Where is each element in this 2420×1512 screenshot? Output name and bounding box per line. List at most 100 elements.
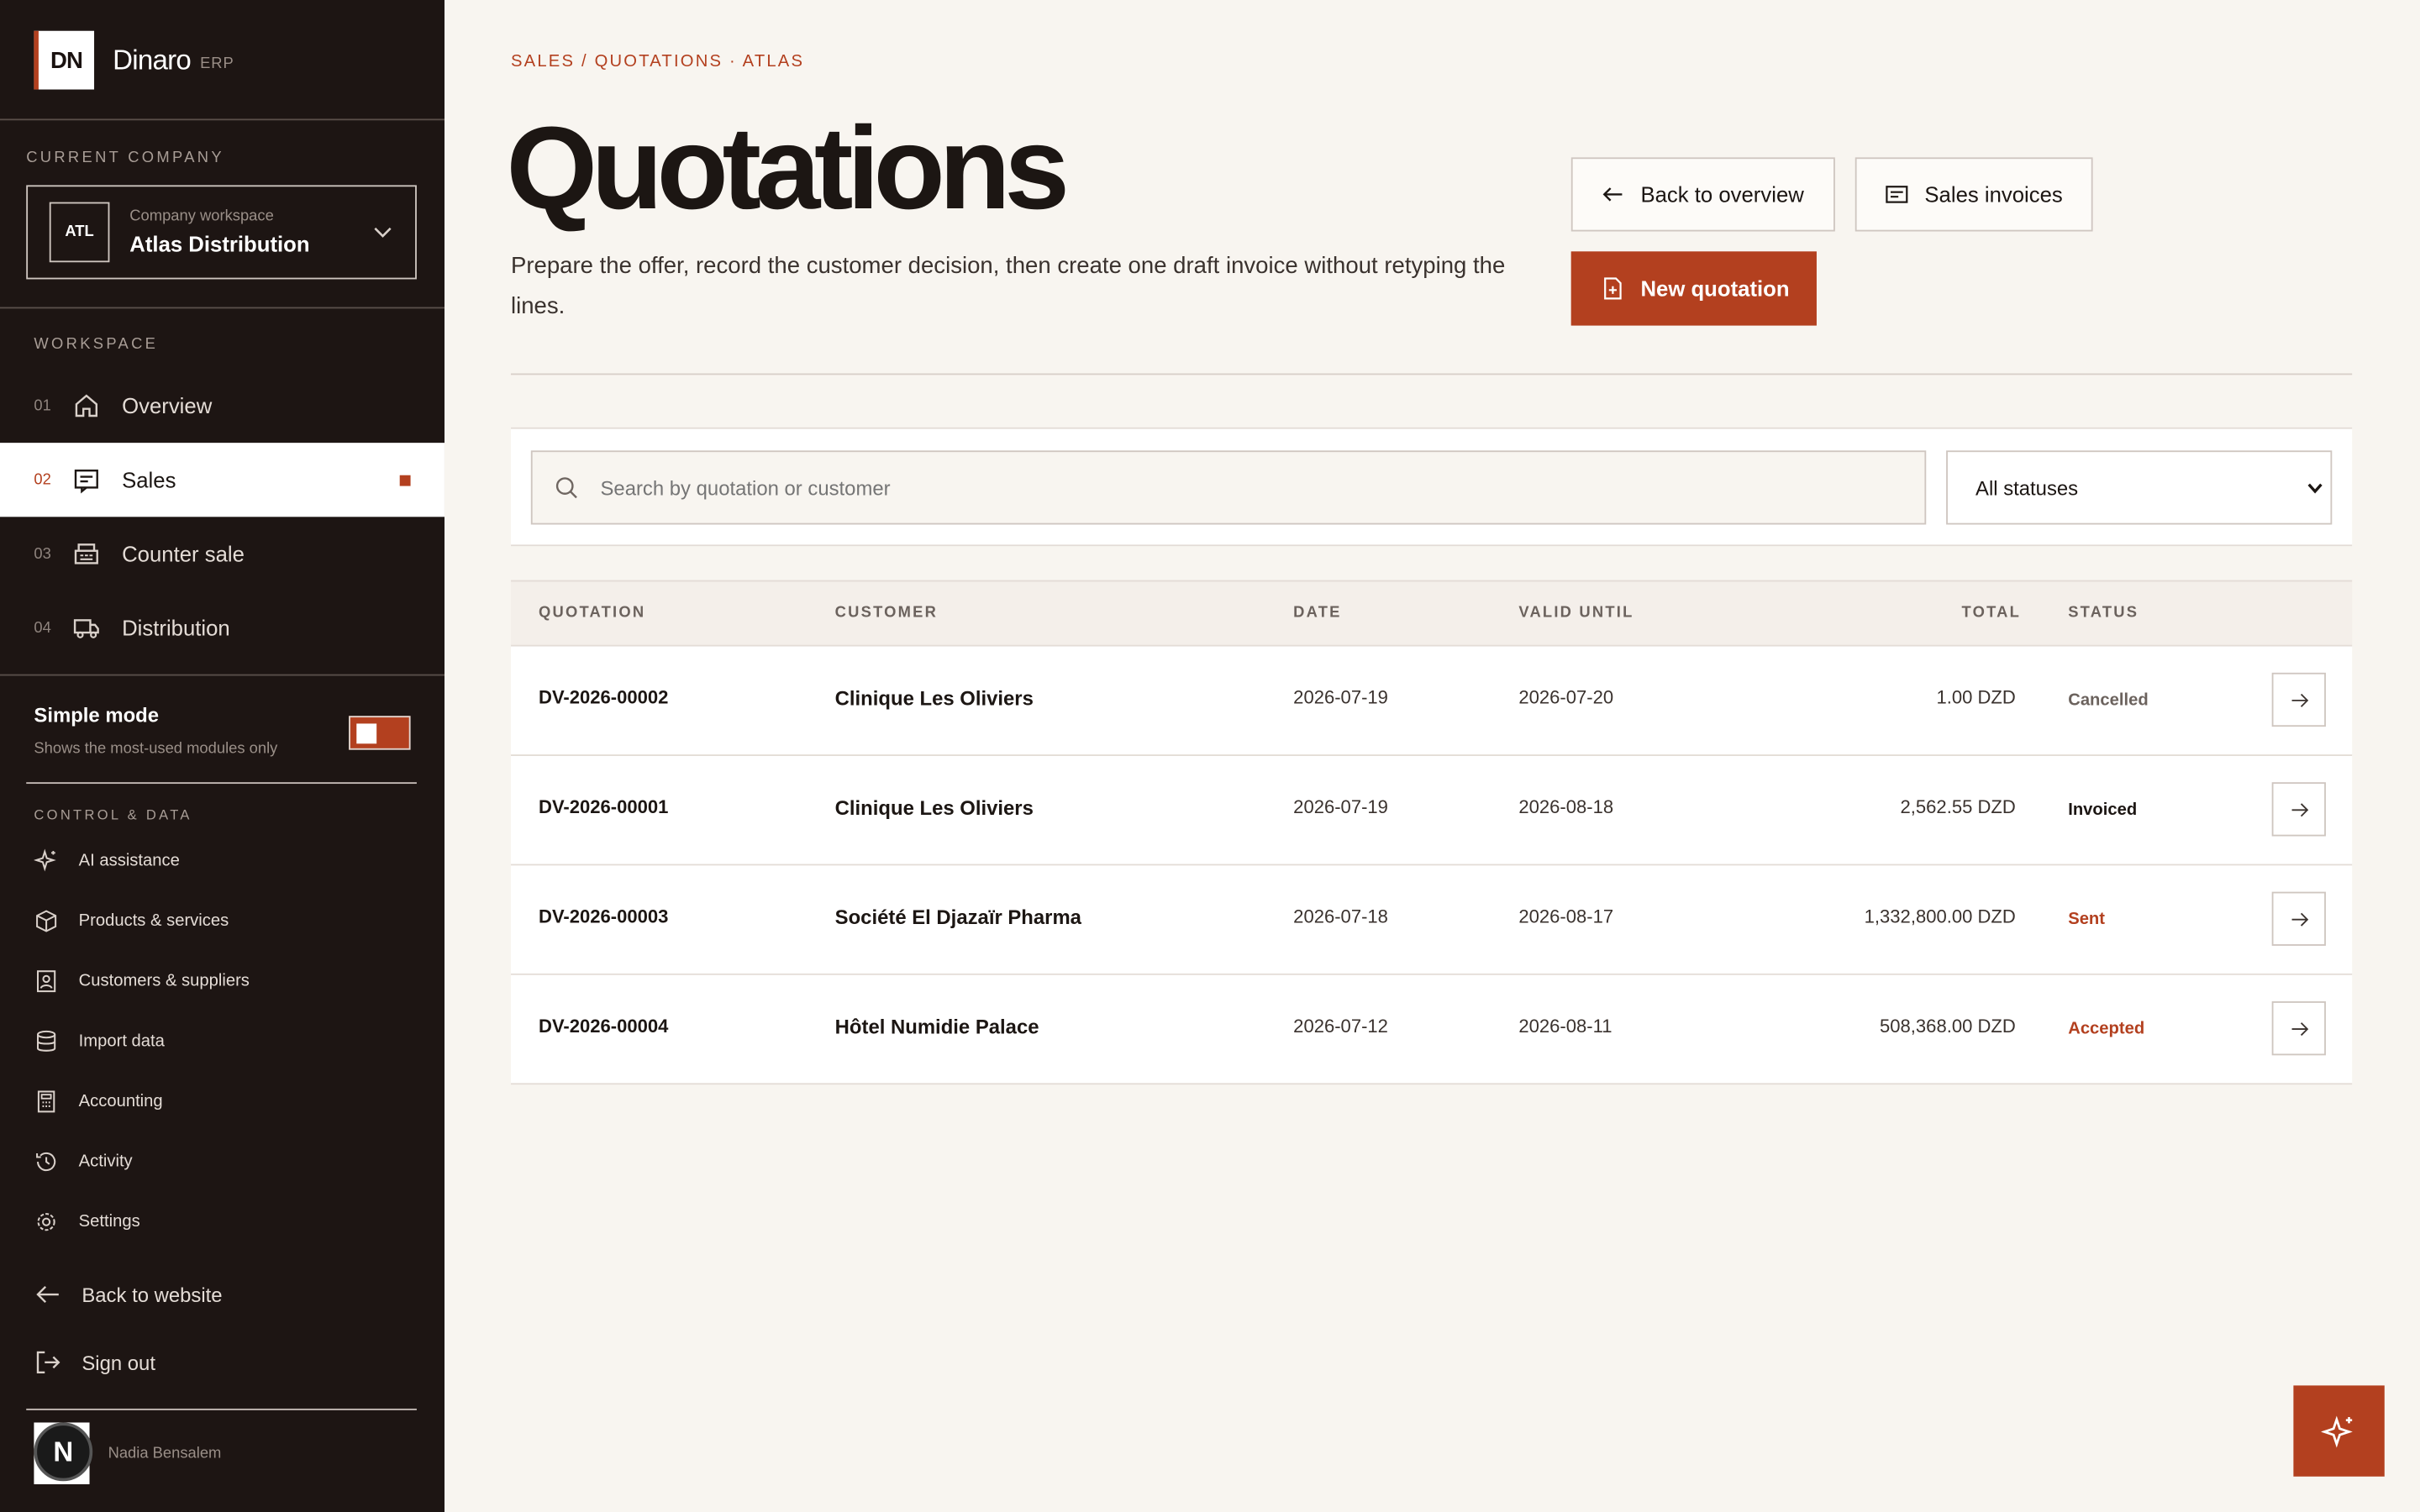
- arrow-right-icon: [2291, 911, 2308, 926]
- database-icon: [34, 1029, 58, 1053]
- page-description: Prepare the offer, record the customer d…: [510, 253, 1506, 320]
- status-badge: Sent: [2068, 910, 2106, 929]
- quotation-date: 2026-07-19: [1293, 795, 1388, 818]
- quotation-total: 508,368.00 DZD: [1880, 1015, 2016, 1037]
- back-to-website-link[interactable]: Back to website: [0, 1271, 445, 1317]
- brand[interactable]: DN Dinaro ERP: [34, 30, 234, 90]
- back-to-overview-button[interactable]: Back to overview: [1570, 157, 1835, 232]
- valid-until-date: 2026-08-18: [1518, 795, 1614, 818]
- open-quotation-button[interactable]: [2271, 672, 2326, 727]
- nav-item-ai-assistance[interactable]: AI assistance: [0, 837, 445, 884]
- user-name: Nadia Bensalem: [108, 1445, 222, 1462]
- column-header-valid-until[interactable]: VALID UNTIL: [1518, 605, 1634, 622]
- customer-name: Société El Djazaïr Pharma: [834, 906, 1081, 929]
- status-filter-value: All statuses: [1975, 475, 2079, 500]
- sidebar-divider: [26, 1408, 417, 1410]
- filter-bar: All statuses: [510, 427, 2353, 547]
- customer-name: Hôtel Numidie Palace: [834, 1015, 1039, 1039]
- sign-out-link[interactable]: Sign out: [0, 1339, 445, 1385]
- status-filter-select[interactable]: All statuses: [1946, 450, 2333, 525]
- sign-out-label: Sign out: [82, 1351, 155, 1374]
- ai-assistant-button[interactable]: [2293, 1385, 2385, 1477]
- nav-item-sales[interactable]: 02 Sales: [0, 443, 445, 517]
- arrow-right-icon: [2291, 1021, 2308, 1036]
- app-root: DN Dinaro ERP CURRENT COMPANY ATL Compan…: [0, 0, 2420, 1512]
- open-quotation-button[interactable]: [2271, 1001, 2326, 1056]
- simple-mode-toggle[interactable]: [349, 716, 411, 750]
- page-title: Quotations: [506, 103, 1070, 235]
- nav-item-counter-sale[interactable]: 03 Counter sale: [0, 517, 445, 591]
- nav-label: AI assistance: [78, 851, 180, 870]
- simple-mode-title: Simple mode: [34, 703, 160, 727]
- arrow-left-icon: [34, 1280, 61, 1308]
- arrow-right-icon: [2291, 692, 2308, 706]
- new-quotation-button[interactable]: New quotation: [1570, 251, 1817, 326]
- nav-item-settings[interactable]: Settings: [0, 1199, 445, 1245]
- table-row[interactable]: DV-2026-00002 Clinique Les Oliviers 2026…: [510, 646, 2353, 757]
- sparkle-icon: [34, 848, 58, 873]
- nav-item-activity[interactable]: Activity: [0, 1139, 445, 1185]
- open-quotation-button[interactable]: [2271, 782, 2326, 837]
- nav-number: 04: [34, 619, 51, 637]
- nav-item-overview[interactable]: 01 Overview: [0, 369, 445, 443]
- company-name: Atlas Distribution: [129, 231, 310, 256]
- nav-item-customers-suppliers[interactable]: Customers & suppliers: [0, 958, 445, 1005]
- table-row[interactable]: DV-2026-00001 Clinique Les Oliviers 2026…: [510, 756, 2353, 866]
- back-to-overview-label: Back to overview: [1640, 181, 1804, 207]
- gear-icon: [34, 1210, 58, 1234]
- table-row[interactable]: DV-2026-00004 Hôtel Numidie Palace 2026-…: [510, 974, 2353, 1085]
- main-content: SALES / QUOTATIONS · ATLAS Quotations Pr…: [445, 0, 2420, 1512]
- nav-number: 01: [34, 396, 51, 415]
- breadcrumb: SALES / QUOTATIONS · ATLAS: [510, 52, 805, 71]
- quotation-code: DV-2026-00004: [539, 1015, 669, 1037]
- company-text: Company workspace Atlas Distribution: [129, 208, 309, 256]
- nav-label: Products & services: [78, 911, 229, 931]
- column-header-date[interactable]: DATE: [1293, 605, 1341, 622]
- nav-label: Customers & suppliers: [78, 972, 250, 991]
- sidebar: DN Dinaro ERP CURRENT COMPANY ATL Compan…: [0, 0, 445, 1512]
- search-box[interactable]: [530, 450, 1927, 525]
- file-plus-icon: [1601, 276, 1625, 301]
- sign-out-icon: [34, 1348, 61, 1376]
- quotation-total: 1,332,800.00 DZD: [1864, 906, 2016, 927]
- column-header-quotation[interactable]: QUOTATION: [539, 605, 645, 622]
- nav-label: Distribution: [122, 615, 230, 641]
- open-quotation-button[interactable]: [2271, 891, 2326, 946]
- nav-item-accounting[interactable]: Accounting: [0, 1079, 445, 1125]
- brand-name: Dinaro: [113, 44, 192, 76]
- sidebar-divider: [0, 307, 445, 309]
- active-marker: [399, 474, 411, 486]
- company-badge: ATL: [49, 202, 110, 263]
- search-input[interactable]: [600, 475, 1912, 500]
- sales-invoices-label: Sales invoices: [1924, 181, 2063, 207]
- nav-item-import-data[interactable]: Import data: [0, 1018, 445, 1064]
- column-header-status[interactable]: STATUS: [2068, 605, 2139, 622]
- calculator-icon: [34, 1089, 58, 1114]
- customer-name: Clinique Les Oliviers: [834, 686, 1034, 710]
- brand-logo: DN: [34, 30, 95, 90]
- sidebar-divider: [0, 674, 445, 676]
- sales-invoices-button[interactable]: Sales invoices: [1854, 157, 2093, 232]
- chevron-down-icon: [372, 221, 394, 243]
- table-row[interactable]: DV-2026-00003 Société El Djazaïr Pharma …: [510, 865, 2353, 975]
- company-switcher[interactable]: ATL Company workspace Atlas Distribution: [26, 185, 417, 280]
- valid-until-date: 2026-07-20: [1518, 686, 1614, 709]
- user-profile[interactable]: N Nadia Bensalem: [34, 1422, 222, 1484]
- quotation-code: DV-2026-00003: [539, 906, 669, 927]
- quotation-date: 2026-07-19: [1293, 686, 1388, 709]
- nav-label: Import data: [78, 1032, 165, 1051]
- avatar-initial: N: [34, 1422, 93, 1482]
- workspace-label: WORKSPACE: [34, 336, 159, 354]
- column-header-customer[interactable]: CUSTOMER: [835, 605, 938, 622]
- nav-item-products-services[interactable]: Products & services: [0, 898, 445, 944]
- nav-item-distribution[interactable]: 04 Distribution: [0, 591, 445, 664]
- quotation-code: DV-2026-00001: [539, 795, 669, 818]
- status-badge: Invoiced: [2068, 801, 2138, 820]
- brand-suffix: ERP: [200, 55, 234, 73]
- quotations-table: QUOTATION CUSTOMER DATE VALID UNTIL TOTA…: [510, 580, 2353, 1085]
- avatar: N: [34, 1422, 93, 1484]
- nav-label: Accounting: [78, 1092, 163, 1111]
- search-icon: [554, 475, 578, 500]
- arrow-left-icon: [1601, 182, 1625, 207]
- column-header-total[interactable]: TOTAL: [1961, 605, 2021, 622]
